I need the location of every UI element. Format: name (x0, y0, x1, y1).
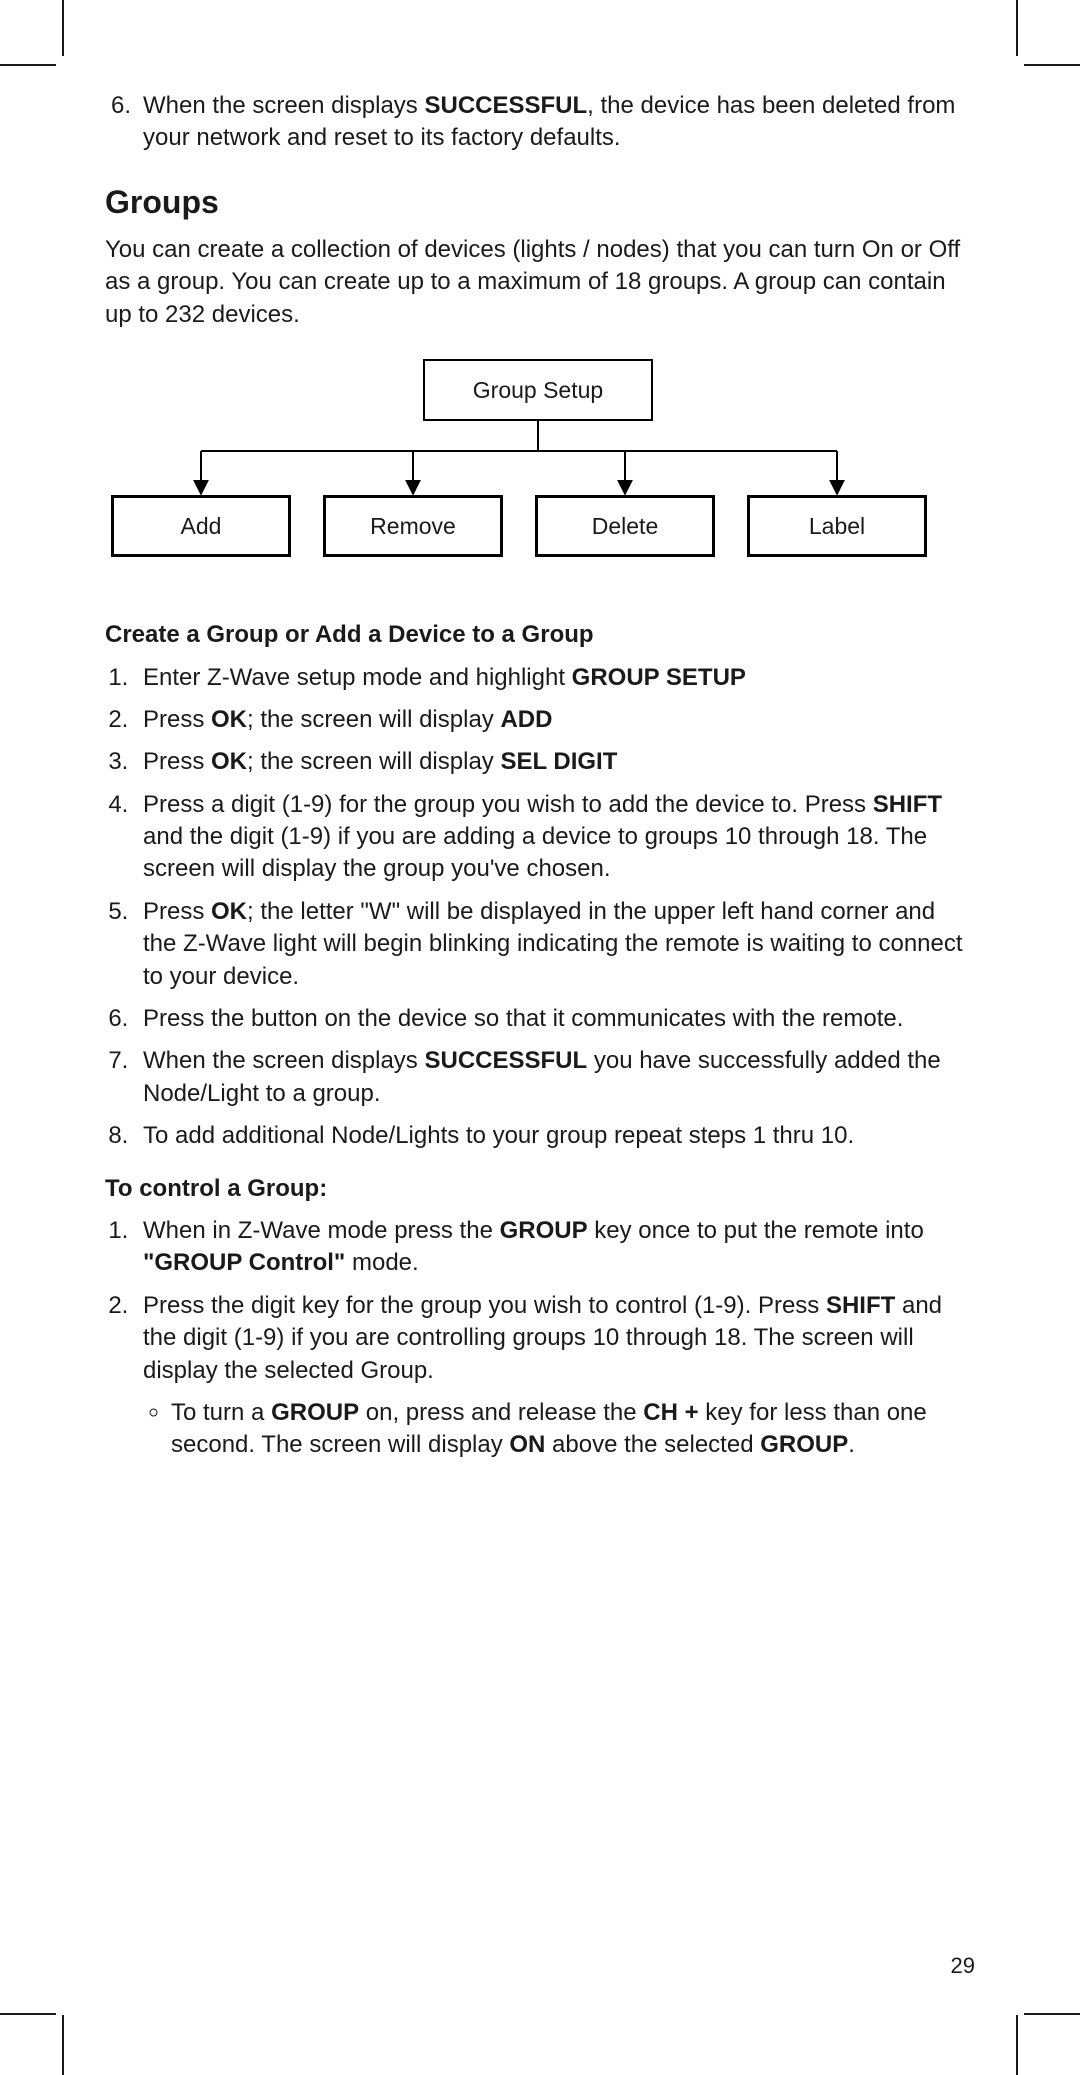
manual-page: 6.When the screen displays SUCCESSFUL, t… (0, 0, 1080, 2071)
diagram-box-parent: Group Setup (423, 359, 653, 421)
text: on, press and release the (359, 1399, 643, 1426)
text: When in Z-Wave mode press the (143, 1217, 500, 1244)
subheading-create-group: Create a Group or Add a Device to a Grou… (105, 619, 975, 651)
text: ; the screen will display (247, 748, 500, 775)
create-step-5: Press OK; the letter "W" will be display… (135, 896, 975, 993)
bold: OK (211, 748, 247, 775)
text: Press (143, 748, 211, 775)
text: When the screen displays (143, 1047, 424, 1074)
bold: GROUP (500, 1217, 588, 1244)
bold: OK (211, 706, 247, 733)
create-step-1: Enter Z-Wave setup mode and highlight GR… (135, 662, 975, 694)
diagram-box-delete: Delete (535, 495, 715, 557)
text: key once to put the remote into (588, 1217, 924, 1244)
text: . (848, 1431, 855, 1458)
diagram-box-remove: Remove (323, 495, 503, 557)
diagram-box-add: Add (111, 495, 291, 557)
crop-tick (62, 2015, 64, 2075)
text: Press the button on the device so that i… (143, 1005, 903, 1032)
text: Enter Z-Wave setup mode and highlight (143, 664, 572, 691)
diagram-box-label: Label (747, 495, 927, 557)
page-content: 6.When the screen displays SUCCESSFUL, t… (75, 90, 1005, 1462)
text: To add additional Node/Lights to your gr… (143, 1122, 854, 1149)
bold: ON (509, 1431, 545, 1458)
bold: SHIFT (826, 1292, 895, 1319)
create-step-6: Press the button on the device so that i… (135, 1003, 975, 1035)
bold: SHIFT (873, 791, 942, 818)
bold: CH + (643, 1399, 698, 1426)
crop-tick (1024, 2013, 1080, 2015)
bold: GROUP SETUP (572, 664, 746, 691)
create-step-4: Press a digit (1-9) for the group you wi… (135, 789, 975, 886)
text: above the selected (545, 1431, 760, 1458)
create-step-2: Press OK; the screen will display ADD (135, 704, 975, 736)
text: and the digit (1-9) if you are adding a … (143, 823, 927, 882)
page-number: 29 (951, 1951, 975, 1981)
crop-tick (1024, 64, 1080, 66)
create-step-3: Press OK; the screen will display SEL DI… (135, 746, 975, 778)
crop-tick (1016, 2015, 1018, 2075)
groups-intro: You can create a collection of devices (… (105, 234, 975, 331)
create-step-7: When the screen displays SUCCESSFUL you … (135, 1045, 975, 1110)
control-step-2: Press the digit key for the group you wi… (135, 1290, 975, 1462)
crop-tick (0, 2013, 56, 2015)
bold: SEL DIGIT (500, 748, 617, 775)
bold: ADD (500, 706, 552, 733)
bold: GROUP (760, 1431, 848, 1458)
crop-tick (62, 0, 64, 56)
crop-tick (0, 64, 56, 66)
control-bullet-on: To turn a GROUP on, press and release th… (171, 1397, 975, 1462)
step-text-bold: SUCCESSFUL (424, 92, 587, 119)
text: Press a digit (1-9) for the group you wi… (143, 791, 873, 818)
text: mode. (345, 1249, 418, 1276)
text: To turn a (171, 1399, 271, 1426)
continued-step-6: 6.When the screen displays SUCCESSFUL, t… (105, 90, 975, 155)
group-setup-diagram: Group Setup Add Remove Delete Label (105, 359, 975, 589)
bold: OK (211, 898, 247, 925)
text: ; the letter "W" will be displayed in th… (143, 898, 963, 990)
subheading-control-group: To control a Group: (105, 1173, 975, 1205)
create-group-steps: Enter Z-Wave setup mode and highlight GR… (105, 662, 975, 1153)
text: Press the digit key for the group you wi… (143, 1292, 826, 1319)
bold: "GROUP Control" (143, 1249, 345, 1276)
crop-tick (1016, 0, 1018, 56)
text: Press (143, 706, 211, 733)
step-text-pre: When the screen displays (143, 92, 424, 119)
step-number: 6. (111, 90, 143, 122)
control-group-steps: When in Z-Wave mode press the GROUP key … (105, 1215, 975, 1462)
bold: GROUP (271, 1399, 359, 1426)
text: ; the screen will display (247, 706, 500, 733)
create-step-8: To add additional Node/Lights to your gr… (135, 1120, 975, 1152)
text: Press (143, 898, 211, 925)
control-sub-bullets: To turn a GROUP on, press and release th… (143, 1397, 975, 1462)
section-heading-groups: Groups (105, 181, 975, 224)
bold: SUCCESSFUL (424, 1047, 587, 1074)
control-step-1: When in Z-Wave mode press the GROUP key … (135, 1215, 975, 1280)
